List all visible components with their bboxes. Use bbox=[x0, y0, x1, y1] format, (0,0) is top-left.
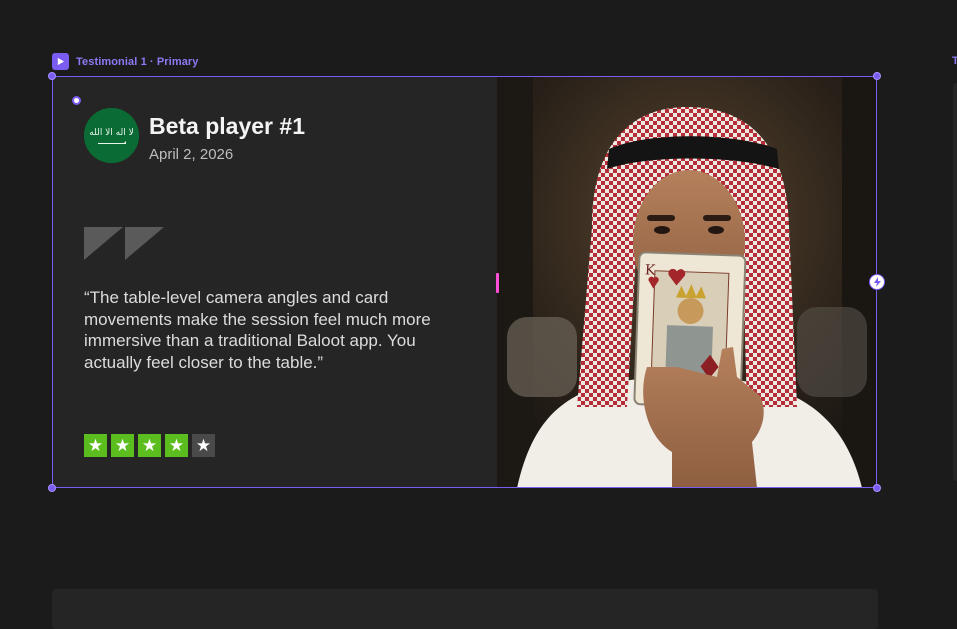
star-empty-icon: ★ bbox=[192, 434, 215, 457]
gap-handle[interactable] bbox=[496, 273, 499, 293]
star-filled-icon: ★ bbox=[138, 434, 161, 457]
interaction-lightning-icon[interactable] bbox=[869, 274, 885, 290]
testimonial-quote: “The table-level camera angles and card … bbox=[84, 288, 431, 372]
man-holding-king-card-image: K bbox=[497, 77, 877, 488]
testimonial-date: April 2, 2026 bbox=[149, 146, 234, 163]
quote-mark-icon bbox=[84, 227, 164, 260]
corner-radius-handle[interactable] bbox=[72, 96, 81, 105]
next-testimonial-card[interactable] bbox=[953, 83, 957, 481]
play-icon bbox=[52, 53, 69, 70]
star-filled-icon: ★ bbox=[84, 434, 107, 457]
resize-handle-top-left[interactable] bbox=[48, 72, 56, 80]
resize-handle-top-right[interactable] bbox=[873, 72, 881, 80]
testimonial-card[interactable]: ﻻ اله الا الله Beta player #1 April 2, 2… bbox=[53, 77, 877, 488]
svg-text:K: K bbox=[645, 262, 657, 278]
player-name: Beta player #1 bbox=[149, 113, 305, 139]
star-filled-icon: ★ bbox=[165, 434, 188, 457]
frame-title: Testimonial 1 · Primary bbox=[76, 55, 199, 68]
star-rating: ★ ★ ★ ★ ★ bbox=[84, 434, 215, 457]
resize-handle-bottom-left[interactable] bbox=[48, 484, 56, 492]
next-section-card[interactable] bbox=[52, 589, 878, 629]
saudi-flag-icon: ﻻ اله الا الله bbox=[84, 108, 139, 163]
svg-text:ﻻ اله الا الله: ﻻ اله الا الله bbox=[89, 128, 133, 138]
resize-handle-bottom-right[interactable] bbox=[873, 484, 881, 492]
frame-label[interactable]: Testimonial 1 · Primary bbox=[52, 53, 199, 70]
next-frame-label[interactable]: T bbox=[952, 55, 957, 67]
star-filled-icon: ★ bbox=[111, 434, 134, 457]
